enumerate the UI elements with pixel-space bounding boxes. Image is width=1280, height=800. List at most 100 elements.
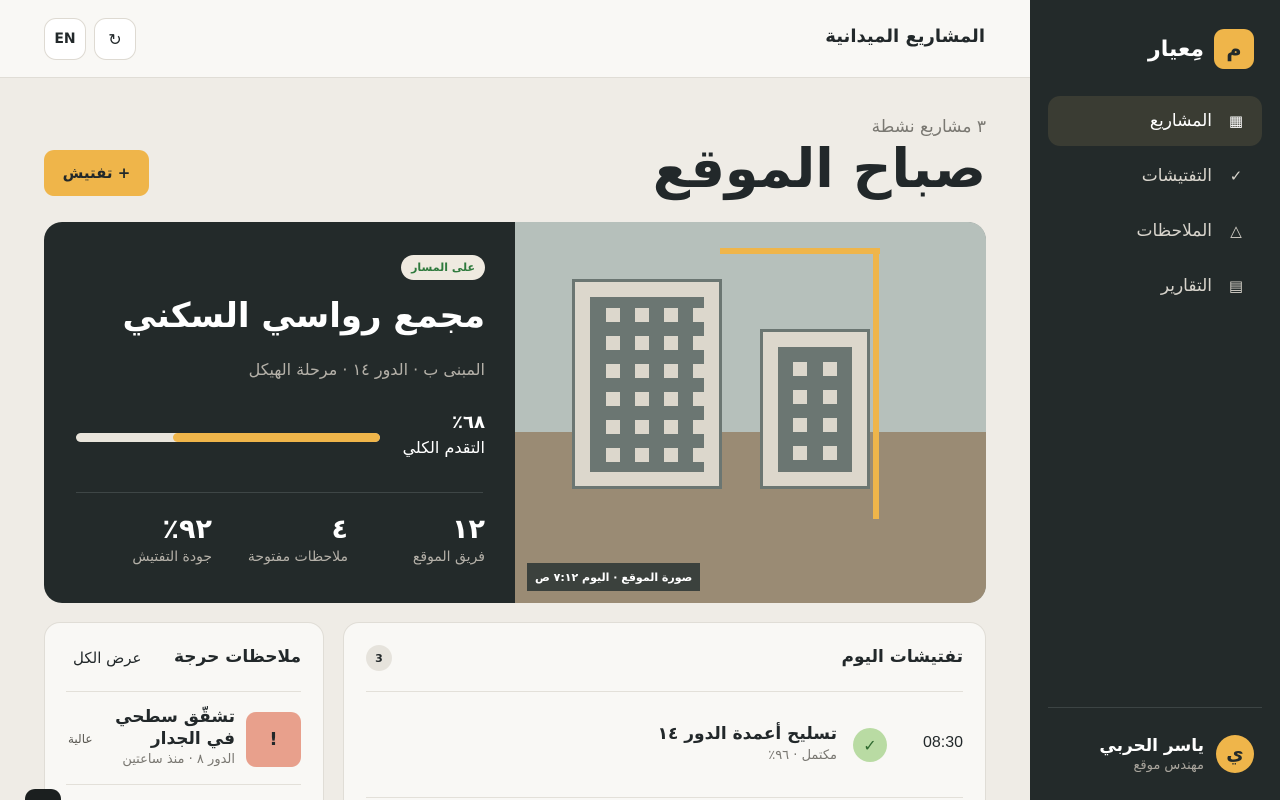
floating-action-button[interactable] [25,789,61,800]
progress-label: التقدم الكلي [402,438,485,457]
site-illustration [515,222,986,603]
building-window [606,420,620,434]
building-window [664,420,678,434]
building-window [635,392,649,406]
sidebar-item-notes[interactable]: △ الملاحظات [1048,206,1262,256]
refresh-icon: ↻ [108,29,122,49]
stat-value: ٩٢٪ [162,514,212,545]
alert-icon: ! [246,712,301,767]
project-meta: المبنى ب · الدور ١٤ · مرحلة الهيكل [248,360,485,379]
photo-caption: صورة الموقع · اليوم ٧:١٢ ص [527,563,701,591]
language-toggle-button[interactable]: EN [44,18,86,60]
note-title: تشقّق سطحي في الجدار [115,707,235,749]
warning-triangle-icon: △ [1230,222,1242,240]
view-all-link[interactable]: عرض الكل [73,649,142,667]
sidebar-item-label: الملاحظات [1136,221,1212,241]
user-role: مهندس موقع [1133,757,1204,773]
project-info: على المسار مجمع رواسي السكني المبنى ب · … [44,222,515,603]
building-window [664,448,678,462]
report-icon: ▤ [1228,277,1244,295]
user-name: ياسر الحربي [1099,735,1204,756]
stat-team: ١٢ فريق الموقع [413,514,485,565]
sidebar-nav: ▦ المشاريع ✓ التفتيشات △ الملاحظات ▤ الت… [1048,96,1262,316]
inspection-status: مكتمل · ٩٦٪ [768,748,837,763]
building-window [793,362,807,376]
stat-label: ملاحظات مفتوحة [247,549,348,565]
building-window [635,308,649,322]
site-photo: صورة الموقع · اليوم ٧:١٢ ص [515,222,986,603]
panel-title: ملاحظات حرجة [173,647,301,667]
building-window [693,364,707,378]
stat-value: ٤ [331,514,348,545]
note-severity: عالية [68,732,93,746]
building-window [793,418,807,432]
check-icon: ✓ [1229,167,1243,185]
greeting-title: صباح الموقع [652,137,986,200]
brand[interactable]: م مِعيار [1148,29,1254,69]
stat-inspection-quality: ٩٢٪ جودة التفتيش [132,514,212,565]
user-details: ياسر الحربي مهندس موقع [1099,736,1204,773]
topbar: المشاريع الميدانية ↻ EN [0,0,1030,78]
building-window [823,418,837,432]
refresh-button[interactable]: ↻ [94,18,136,60]
building-window [635,448,649,462]
sidebar: م مِعيار ▦ المشاريع ✓ التفتيشات △ الملاح… [1030,0,1280,800]
building-window [606,392,620,406]
inspection-name: تسليح أعمدة الدور ١٤ [657,724,837,744]
building-window [606,364,620,378]
sidebar-item-reports[interactable]: ▤ التقارير [1048,261,1262,311]
sidebar-item-label: التفتيشات [1141,166,1212,186]
new-inspection-button[interactable]: + تفتيش [44,150,149,196]
user-profile[interactable]: ي ياسر الحربي مهندس موقع [1048,707,1262,800]
progress-percent: ٦٨٪ [452,412,485,433]
brand-name: مِعيار [1148,36,1204,62]
note-meta: الدور ٨ · منذ ساعتين [122,752,235,767]
building-window [693,308,707,322]
panel-title: تفتيشات اليوم [841,647,963,667]
sidebar-item-inspections[interactable]: ✓ التفتيشات [1048,151,1262,201]
building-window [635,336,649,350]
inspections-count-badge: 3 [366,645,392,671]
status-badge: على المسار [401,255,485,280]
building-window [823,446,837,460]
building-window [693,448,707,462]
building-window [693,336,707,350]
building-window [664,392,678,406]
building-window [606,308,620,322]
building-window [693,392,707,406]
page-title: المشاريع الميدانية [825,26,985,47]
avatar: ي [1216,735,1254,773]
brand-logo: م [1214,29,1254,69]
building-window [664,364,678,378]
building-window [693,420,707,434]
sidebar-item-label: التقارير [1160,276,1212,296]
completed-check-icon: ✓ [853,728,887,762]
stat-open-notes: ٤ ملاحظات مفتوحة [248,514,348,565]
sidebar-item-label: المشاريع [1149,111,1212,131]
progress-bar [76,433,380,442]
stat-value: ١٢ [452,514,485,545]
building-window [606,336,620,350]
building-window [793,390,807,404]
building-window [823,362,837,376]
note-row[interactable]: ! تشقّق سطحي في الجدار الدور ٨ · منذ ساع… [66,692,301,785]
progress-bar-fill [173,433,380,442]
critical-notes-panel: ملاحظات حرجة عرض الكل ! تشقّق سطحي في ال… [44,622,324,800]
project-name: مجمع رواسي السكني [122,296,485,336]
building-window [664,308,678,322]
stat-label: فريق الموقع [412,549,485,565]
building-window [606,448,620,462]
sidebar-item-projects[interactable]: ▦ المشاريع [1048,96,1262,146]
inspection-row[interactable]: 08:30 ✓ تسليح أعمدة الدور ١٤ مكتمل · ٩٦٪ [366,692,963,798]
building-window [664,336,678,350]
building-window [635,420,649,434]
project-hero-card[interactable]: صورة الموقع · اليوم ٧:١٢ ص على المسار مج… [44,222,986,603]
divider [76,492,483,493]
building-window [823,390,837,404]
inspections-panel: تفتيشات اليوم 3 08:30 ✓ تسليح أعمدة الدو… [343,622,986,800]
stat-label: جودة التفتيش [132,549,212,565]
grid-icon: ▦ [1228,112,1244,130]
building-window [793,446,807,460]
inspection-time: 08:30 [922,734,963,751]
building-window [635,364,649,378]
